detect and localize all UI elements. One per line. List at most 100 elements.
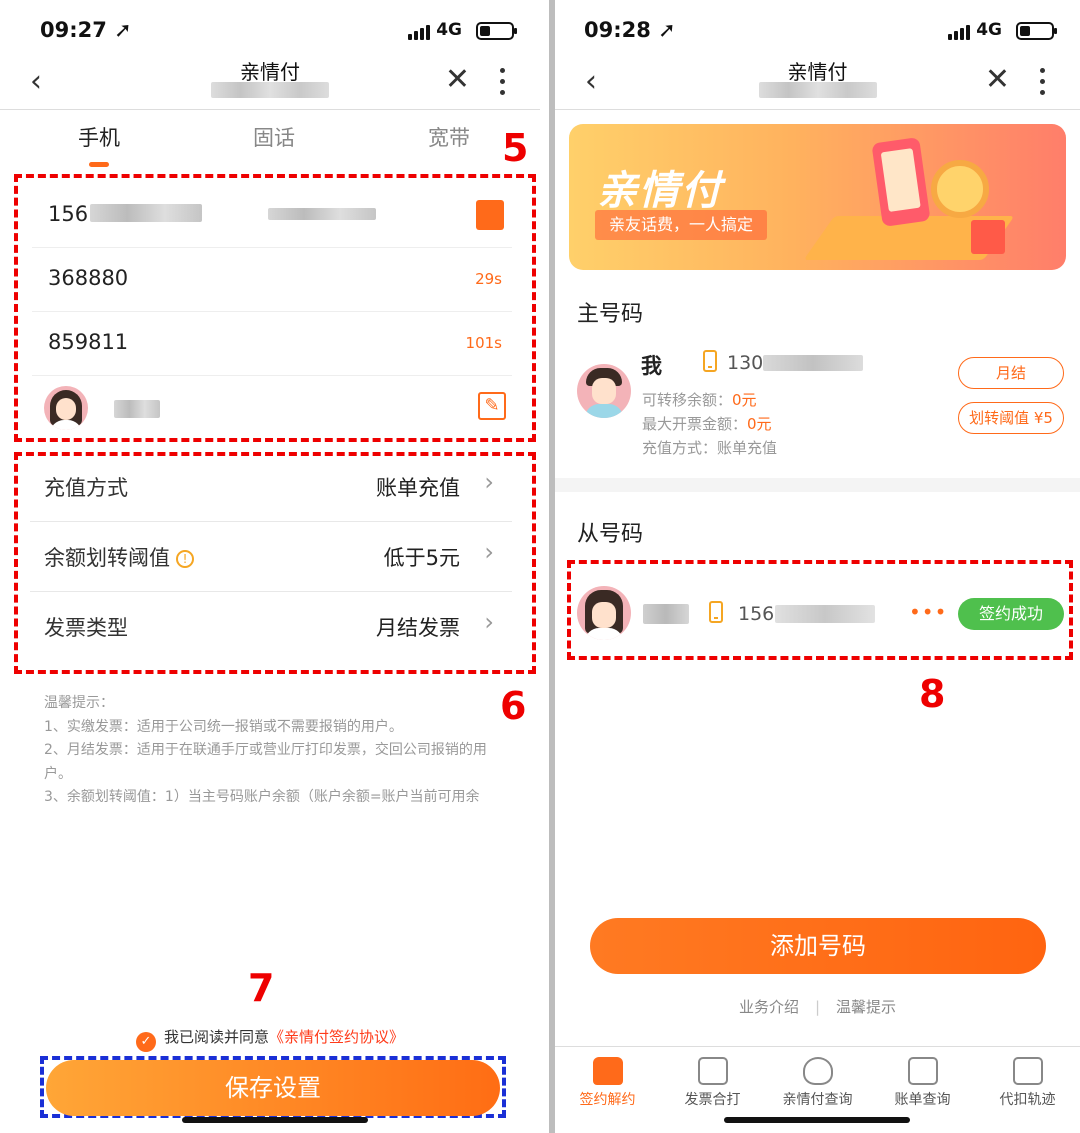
save-button[interactable]: 保存设置	[46, 1060, 500, 1116]
masked-name	[114, 400, 160, 418]
tips-line: 1、实缴发票：适用于公司统一报销或不需要报销的用户。	[44, 718, 403, 735]
masked-name	[643, 604, 689, 624]
section-title-sub: 从号码	[577, 522, 644, 547]
phone-number: 859811	[48, 330, 129, 354]
status-bar: 09:27 ➚ 4G	[40, 18, 517, 46]
masked-digits	[763, 355, 863, 371]
agreement: ✓ 我已阅读并同意《亲情付签约协议》	[0, 1026, 540, 1052]
network-type: 4G	[976, 20, 1002, 40]
close-icon[interactable]: ✕	[985, 62, 1010, 97]
avatar	[44, 386, 88, 430]
nav-bar: ‹ 亲情付 ✕	[555, 52, 1080, 110]
tips-heading: 温馨提示：	[44, 695, 114, 711]
annotation-6: 6	[500, 684, 527, 728]
tips-text: 温馨提示： 1、实缴发票：适用于公司统一报销或不需要报销的用户。 2、月结发票：…	[44, 692, 498, 812]
main-owner-name: 我	[641, 354, 662, 378]
info-icon[interactable]: !	[176, 550, 194, 568]
right-screen: 09:28 ➚ 4G ‹ 亲情付 ✕ 亲情付 亲友话费，一人搞定 主号码 我 1…	[555, 0, 1080, 1133]
promo-banner[interactable]: 亲情付 亲友话费，一人搞定	[569, 124, 1066, 270]
max-invoice-amount: 最大开票金额：0元	[642, 415, 772, 433]
option-label: 发票类型	[44, 616, 128, 640]
close-icon[interactable]: ✕	[445, 62, 470, 97]
more-icon[interactable]	[1040, 68, 1046, 101]
house-gear-icon	[592, 1057, 623, 1085]
section-title-main: 主号码	[577, 302, 644, 327]
contacts-icon[interactable]	[476, 200, 504, 230]
number-row-main[interactable]: 156	[32, 184, 512, 248]
avatar	[577, 586, 631, 640]
annotation-5: 5	[502, 126, 529, 170]
tab-landline[interactable]: 固话	[253, 122, 295, 172]
agreement-link[interactable]: 《亲情付签约协议》	[269, 1028, 404, 1046]
masked-subtitle	[211, 82, 329, 98]
signal-indicator: 4G	[408, 20, 462, 40]
network-type: 4G	[436, 20, 462, 40]
heart-search-icon	[802, 1057, 833, 1085]
tab-deduction[interactable]: 代扣轨迹	[975, 1047, 1080, 1133]
tips-line: 3、余额划转阈值：1）当主号码账户余额（账户余额=账户当前可用余额-实时话费）低…	[44, 789, 480, 805]
option-value: 月结发票	[376, 616, 460, 640]
status-bar: 09:28 ➚ 4G	[584, 18, 1057, 46]
banner-box-graphic	[971, 220, 1005, 254]
number-row[interactable]: 368880 29s	[32, 248, 512, 312]
countdown: 101s	[465, 334, 502, 352]
chevron-right-icon: ›	[484, 538, 494, 566]
number-row[interactable]: 859811 101s	[32, 312, 512, 376]
phone-number: 368880	[48, 266, 129, 290]
status-time: 09:27 ➚	[40, 18, 132, 42]
bill-search-icon	[907, 1057, 938, 1085]
tab-mobile[interactable]: 手机	[78, 122, 120, 172]
signal-indicator: 4G	[948, 20, 1002, 40]
nav-bar: ‹ 亲情付 ✕	[0, 52, 540, 110]
battery-icon	[476, 22, 517, 40]
annotation-7: 7	[248, 966, 275, 1010]
chevron-right-icon: ›	[484, 608, 494, 636]
status-badge: 签约成功	[958, 598, 1064, 630]
battery-icon	[1016, 22, 1057, 40]
phone-icon	[703, 350, 717, 372]
banner-slogan: 亲友话费，一人搞定	[595, 210, 768, 240]
home-indicator	[724, 1117, 910, 1123]
option-label: 充值方式	[44, 476, 128, 500]
checkbox-checked-icon[interactable]: ✓	[135, 1032, 156, 1052]
main-phone-prefix: 130	[727, 352, 764, 374]
monthly-badge[interactable]: 月结	[958, 357, 1064, 389]
receipt-yen-icon	[1012, 1057, 1043, 1085]
home-indicator	[182, 1117, 368, 1123]
sub-phone-prefix: 156	[738, 603, 775, 625]
phone-icon	[709, 601, 723, 623]
footer-links: 业务介绍 | 温馨提示	[738, 998, 897, 1016]
signal-bars-icon	[948, 24, 971, 40]
chevron-right-icon: ›	[484, 468, 494, 496]
masked-name	[268, 208, 376, 220]
edit-icon[interactable]: ✎	[478, 392, 506, 420]
agreement-text: 我已阅读并同意	[163, 1028, 269, 1046]
option-value: 账单充值	[376, 476, 460, 500]
tab-broadband[interactable]: 宽带	[428, 122, 470, 172]
masked-digits	[775, 605, 875, 623]
left-screen: 09:27 ➚ 4G ‹ 亲情付 ✕ 手机 固话 宽带 5 156 368880…	[0, 0, 540, 1133]
tips-line: 2、月结发票：适用于在联通手厅或营业厅打印发票，交回公司报销的用户。	[44, 742, 487, 782]
transferable-balance: 可转移余额：0元	[642, 391, 757, 409]
masked-digits	[90, 204, 202, 222]
option-recharge-method[interactable]: 充值方式 账单充值 ›	[30, 452, 512, 522]
tab-bar: 手机 固话 宽带	[0, 122, 540, 172]
annotation-8: 8	[919, 672, 946, 716]
link-tips[interactable]: 温馨提示	[836, 998, 896, 1016]
status-time: 09:28 ➚	[584, 18, 676, 42]
avatar	[577, 364, 631, 418]
option-threshold[interactable]: 余额划转阈值! 低于5元 ›	[30, 522, 512, 592]
tab-sign[interactable]: 签约解约	[555, 1047, 660, 1133]
signal-bars-icon	[408, 24, 431, 40]
banner-phone-graphic	[871, 137, 931, 227]
add-number-button[interactable]: 添加号码	[590, 918, 1046, 974]
more-icon[interactable]	[500, 68, 506, 101]
option-invoice-type[interactable]: 发票类型 月结发票 ›	[30, 592, 512, 662]
more-options-icon[interactable]: •••	[909, 600, 947, 624]
recharge-method: 充值方式：账单充值	[642, 439, 778, 457]
masked-subtitle	[758, 82, 877, 98]
banner-title: 亲情付	[597, 168, 723, 214]
contact-row[interactable]: ✎	[32, 376, 512, 440]
link-intro[interactable]: 业务介绍	[739, 998, 799, 1016]
threshold-badge[interactable]: 划转阈值 ¥5	[958, 402, 1064, 434]
